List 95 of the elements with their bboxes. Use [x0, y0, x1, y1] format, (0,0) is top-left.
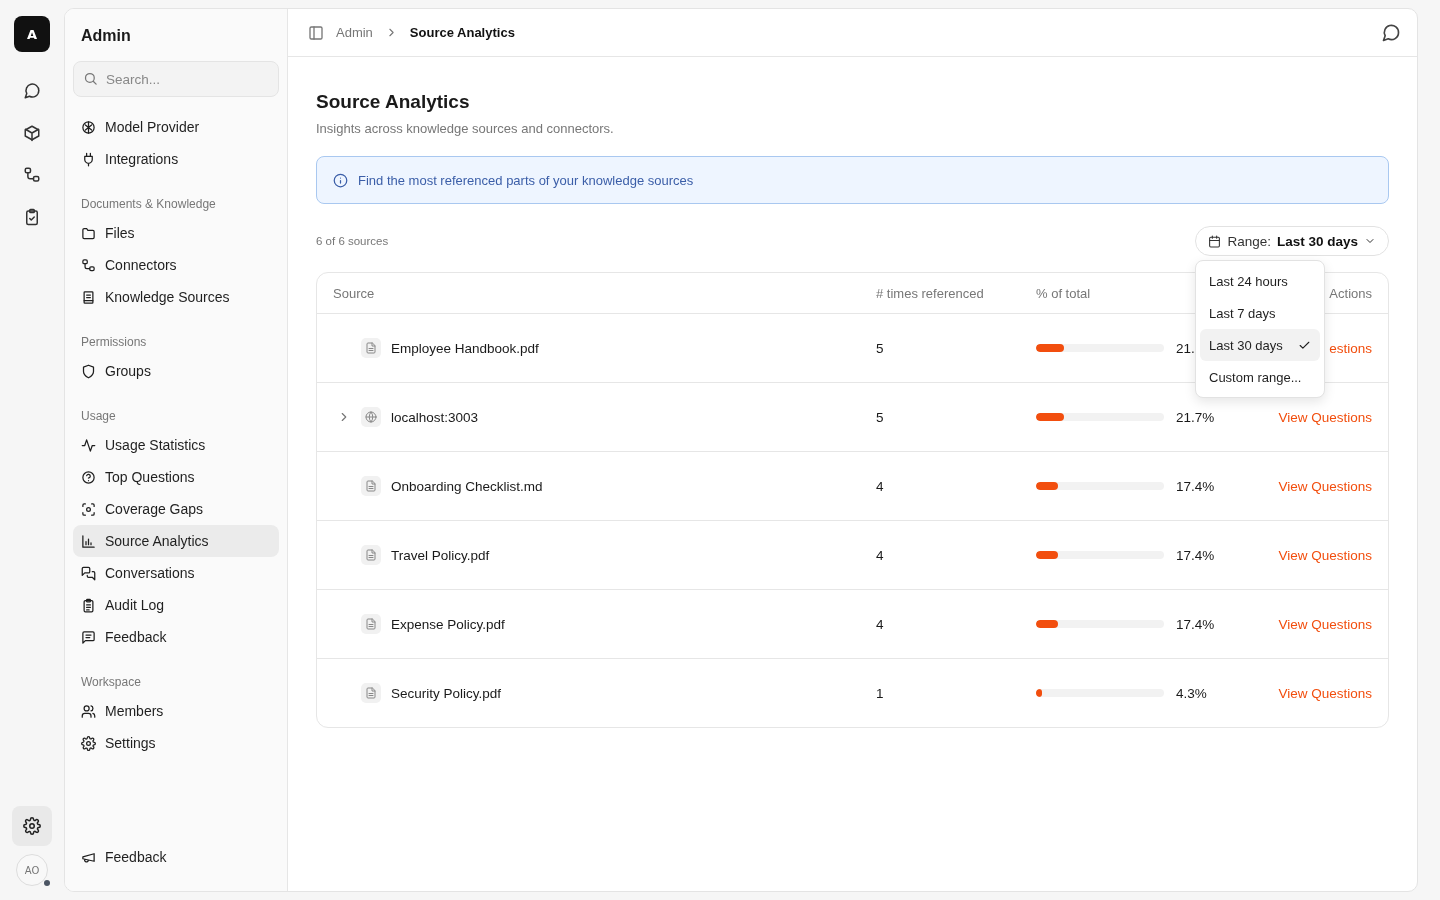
menu-item[interactable]: Last 30 days [1200, 329, 1320, 361]
section-heading: Permissions [81, 335, 148, 349]
app-logo[interactable]: A [14, 16, 50, 52]
sidebar-item[interactable]: Groups [73, 355, 279, 387]
column-header: # times referenced [875, 285, 985, 301]
sidebar-item[interactable]: Feedback [73, 621, 279, 653]
page-title: Source Analytics [316, 91, 471, 113]
source-count: 6 of 6 sources [316, 235, 389, 247]
table-cell-text: 5 [875, 340, 885, 356]
sidebar-item[interactable]: Coverage Gaps [73, 493, 279, 525]
sidebar-item[interactable]: Connectors [73, 249, 279, 281]
status-dot [44, 880, 50, 886]
table-cell-text: 1 [875, 685, 885, 701]
table-cell-text: 5 [875, 409, 885, 425]
plug-icon [81, 151, 96, 167]
page-subtitle: Insights across knowledge sources and connectors. [316, 121, 615, 136]
users-icon [81, 703, 96, 719]
menu-item[interactable]: Custom range... [1200, 361, 1320, 393]
scan-icon [81, 501, 96, 517]
question-icon [81, 469, 96, 485]
view-questions-link[interactable]: estions [1329, 340, 1372, 356]
sidebar-item[interactable]: Audit Log [73, 589, 279, 621]
user-avatar[interactable]: AO [16, 854, 48, 886]
table-cell: 17.4% [1176, 616, 1215, 632]
table-cell: 17.4% [1176, 547, 1215, 563]
source-name: Expense Policy.pdf [391, 616, 505, 632]
document-icon [361, 338, 381, 358]
sidebar-item[interactable]: Knowledge Sources [73, 281, 279, 313]
globe-icon [361, 407, 381, 427]
range-dropdown[interactable]: Range: Last 30 days [1195, 226, 1389, 256]
settings-icon [81, 735, 96, 751]
sidebar-title: Admin [81, 27, 132, 45]
table-cell: 4.3% [1176, 685, 1207, 701]
section-heading: Usage [81, 409, 117, 423]
chat-icon[interactable] [23, 82, 41, 100]
document-icon [361, 683, 381, 703]
sidebar-item[interactable]: Integrations [73, 143, 279, 175]
view-questions-link[interactable]: View Questions [1278, 478, 1372, 494]
connector-icon[interactable] [23, 166, 41, 184]
table-cell: 17.4% [1176, 478, 1215, 494]
search-icon [83, 71, 98, 86]
sidebar-item[interactable]: Conversations [73, 557, 279, 589]
table-cell-text: 4 [875, 616, 885, 632]
search-field[interactable]: Search... [73, 61, 279, 97]
menu-item[interactable]: Last 24 hours [1200, 265, 1320, 297]
table-cell-text: 4 [875, 547, 885, 563]
document-icon [361, 476, 381, 496]
table-cell: 21. [1176, 340, 1195, 356]
settings-button[interactable] [12, 806, 52, 846]
view-questions-link[interactable]: View Questions [1278, 409, 1372, 425]
chat-icon [81, 565, 96, 581]
clipboard-icon[interactable] [23, 208, 41, 226]
sidebar-item[interactable]: Files [73, 217, 279, 249]
message-icon [81, 629, 96, 645]
sidebar-toggle-icon[interactable] [308, 24, 324, 41]
source-name: Travel Policy.pdf [391, 547, 490, 563]
source-name: Employee Handbook.pdf [391, 340, 539, 356]
chat-icon[interactable] [1381, 22, 1401, 43]
sidebar-item[interactable]: Source Analytics [73, 525, 279, 557]
column-header: Source [332, 285, 376, 301]
document-icon [81, 289, 96, 305]
gear-icon [23, 817, 41, 835]
source-name: localhost:3003 [391, 409, 479, 425]
banner-text: Find the most referenced parts of your knowledge sources [358, 172, 694, 188]
folder-icon [81, 225, 96, 241]
menu-item[interactable]: Last 7 days [1200, 297, 1320, 329]
sidebar-item[interactable]: Model Provider [73, 111, 279, 143]
sidebar-item[interactable]: Settings [73, 727, 279, 759]
source-name: Onboarding Checklist.md [391, 478, 543, 494]
bar-chart-icon [81, 533, 96, 549]
activity-icon [81, 437, 96, 453]
view-questions-link[interactable]: View Questions [1278, 547, 1372, 563]
column-header: Actions [1328, 285, 1373, 301]
column-header: % of total [1035, 285, 1092, 301]
sidebar-item[interactable]: Members [73, 695, 279, 727]
clipboard-icon [81, 597, 96, 613]
connector-icon [81, 257, 96, 273]
document-icon [361, 614, 381, 634]
source-name: Security Policy.pdf [391, 685, 502, 701]
table-cell-text: 4 [875, 478, 885, 494]
document-icon [361, 545, 381, 565]
breadcrumb-link[interactable]: Admin [336, 25, 373, 40]
calendar-icon [1208, 234, 1222, 248]
table-cell: 21.7% [1176, 409, 1215, 425]
shield-icon [81, 363, 96, 379]
section-heading: Documents & Knowledge [81, 197, 217, 211]
sidebar-item[interactable]: Top Questions [73, 461, 279, 493]
view-questions-link[interactable]: View Questions [1278, 616, 1372, 632]
cube-icon[interactable] [23, 124, 41, 142]
section-heading: Workspace [81, 675, 142, 689]
info-icon [333, 172, 348, 188]
feedback-button[interactable]: Feedback [73, 841, 279, 873]
view-questions-link[interactable]: View Questions [1278, 685, 1372, 701]
breadcrumb-current: Source Analytics [409, 25, 515, 40]
sidebar-item[interactable]: Usage Statistics [73, 429, 279, 461]
